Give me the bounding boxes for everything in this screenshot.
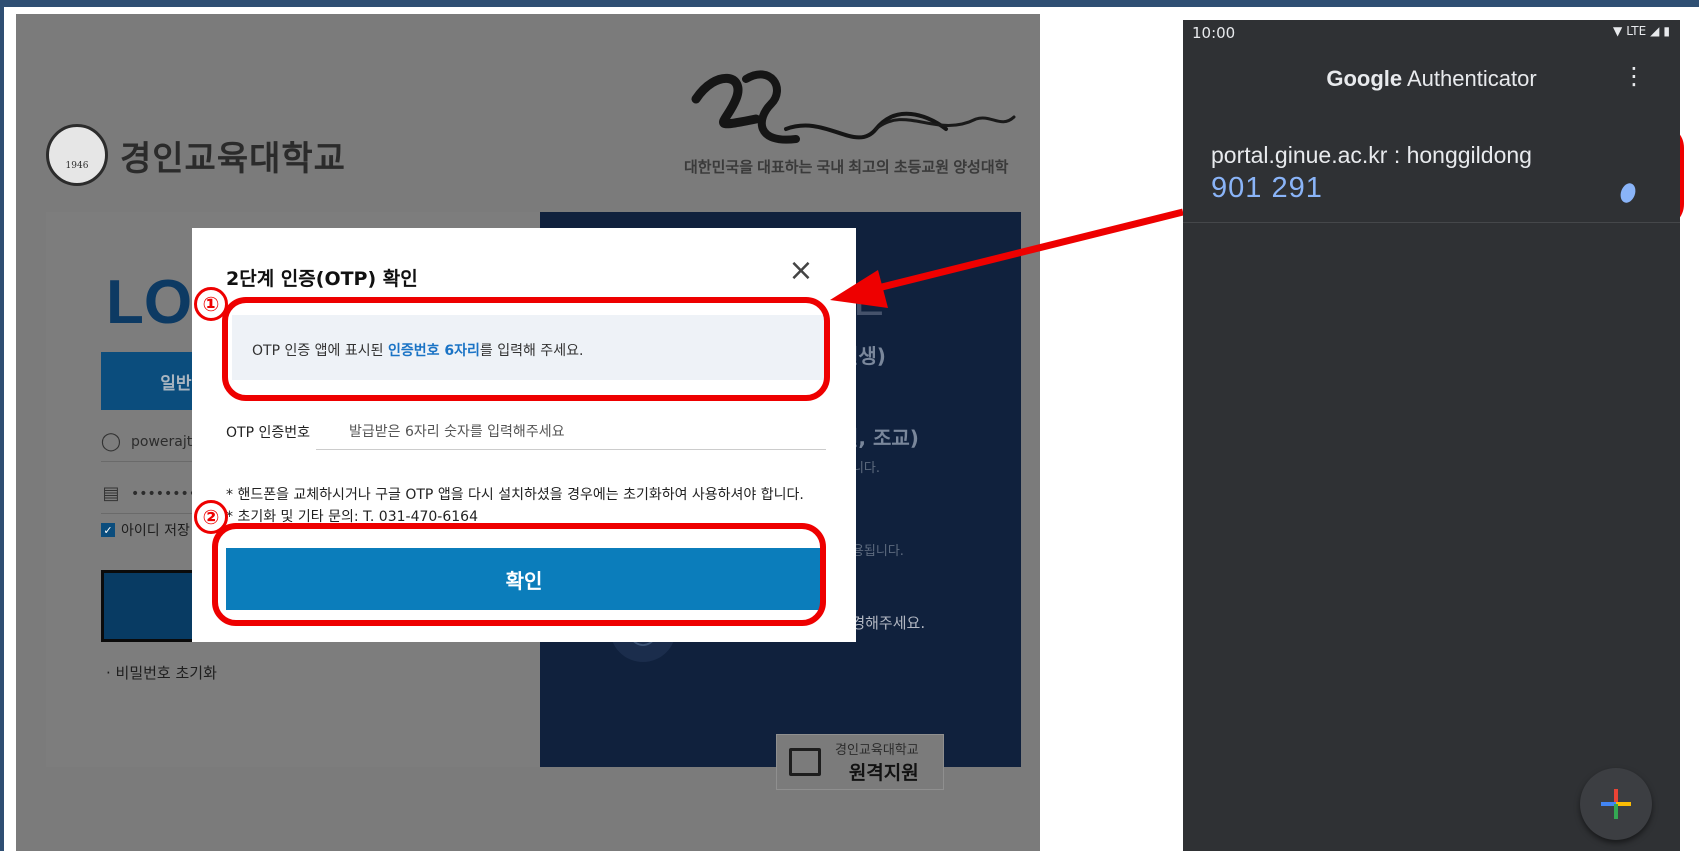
more-options-icon[interactable]: ⋮: [1622, 62, 1646, 90]
university-seal-icon: 1946: [46, 124, 108, 186]
app-title-brand: Google: [1326, 66, 1403, 91]
remote-support-label: 원격지원: [848, 762, 919, 784]
otp-input[interactable]: [316, 414, 826, 450]
account-entry[interactable]: portal.ginue.ac.kr : honggildong 901 291: [1183, 128, 1680, 223]
checkmark-icon: ✓: [101, 523, 115, 537]
status-time: 10:00: [1192, 24, 1236, 42]
add-account-button[interactable]: [1580, 768, 1652, 840]
note-reinstall: * 핸드폰을 교체하시거나 구글 OTP 앱을 다시 설치하셨을 경우에는 초기…: [226, 487, 804, 503]
account-name: portal.ginue.ac.kr : honggildong: [1211, 142, 1532, 168]
network-label: LTE: [1626, 24, 1647, 38]
slogan-subtitle: 대한민국을 대표하는 국내 최고의 초등교원 양성대학: [684, 159, 1009, 176]
seal-year: 1946: [65, 161, 89, 171]
otp-label: OTP 인증번호: [226, 425, 310, 441]
close-icon[interactable]: ×: [788, 256, 814, 286]
university-logo[interactable]: 1946 경인교육대학교: [46, 124, 346, 186]
window-left-border: [0, 0, 4, 851]
dialog-title: 2단계 인증(OTP) 확인: [226, 268, 418, 290]
highlight-instruction: [222, 297, 830, 401]
user-icon: ◯: [100, 431, 122, 452]
remote-support-button[interactable]: 경인교육대학교 원격지원: [776, 734, 944, 790]
otp-row: OTP 인증번호: [226, 414, 826, 450]
otp-code: 901 291: [1211, 172, 1323, 204]
save-id-label: 아이디 저장: [121, 523, 190, 539]
status-bar: 10:00 ▼ LTE ◢ ▮: [1183, 20, 1680, 48]
status-icons: ▼ LTE ◢ ▮: [1613, 24, 1670, 38]
countdown-timer-icon: [1618, 181, 1638, 205]
lock-icon: ▤: [102, 483, 120, 504]
remote-support-org: 경인교육대학교: [835, 743, 919, 758]
step-1-marker: ①: [194, 287, 228, 321]
wifi-icon: ▼: [1612, 24, 1623, 38]
slogan-calligraphy-logo: [691, 70, 1016, 144]
app-title: Google Authenticator: [1183, 66, 1680, 92]
step-2-marker: ②: [194, 500, 228, 534]
username-value: powerajt: [131, 433, 193, 450]
highlight-confirm: [212, 523, 826, 626]
signal-icon: ◢: [1650, 24, 1660, 38]
university-name: 경인교육대학교: [120, 139, 346, 178]
otp-notes: * 핸드폰을 교체하시거나 구글 OTP 앱을 다시 설치하셨을 경우에는 초기…: [226, 484, 804, 528]
app-title-rest: Authenticator: [1402, 66, 1537, 91]
phone-screen: 10:00 ▼ LTE ◢ ▮ Google Authenticator ⋮ p…: [1183, 20, 1680, 851]
window-top-border: [0, 0, 1699, 7]
reset-password-link[interactable]: · 비밀번호 초기화: [106, 662, 217, 683]
save-id-checkbox[interactable]: ✓ 아이디 저장: [101, 520, 190, 540]
battery-icon: ▮: [1663, 24, 1670, 38]
plus-icon: [1601, 789, 1631, 819]
remote-support-icon: [789, 748, 821, 776]
